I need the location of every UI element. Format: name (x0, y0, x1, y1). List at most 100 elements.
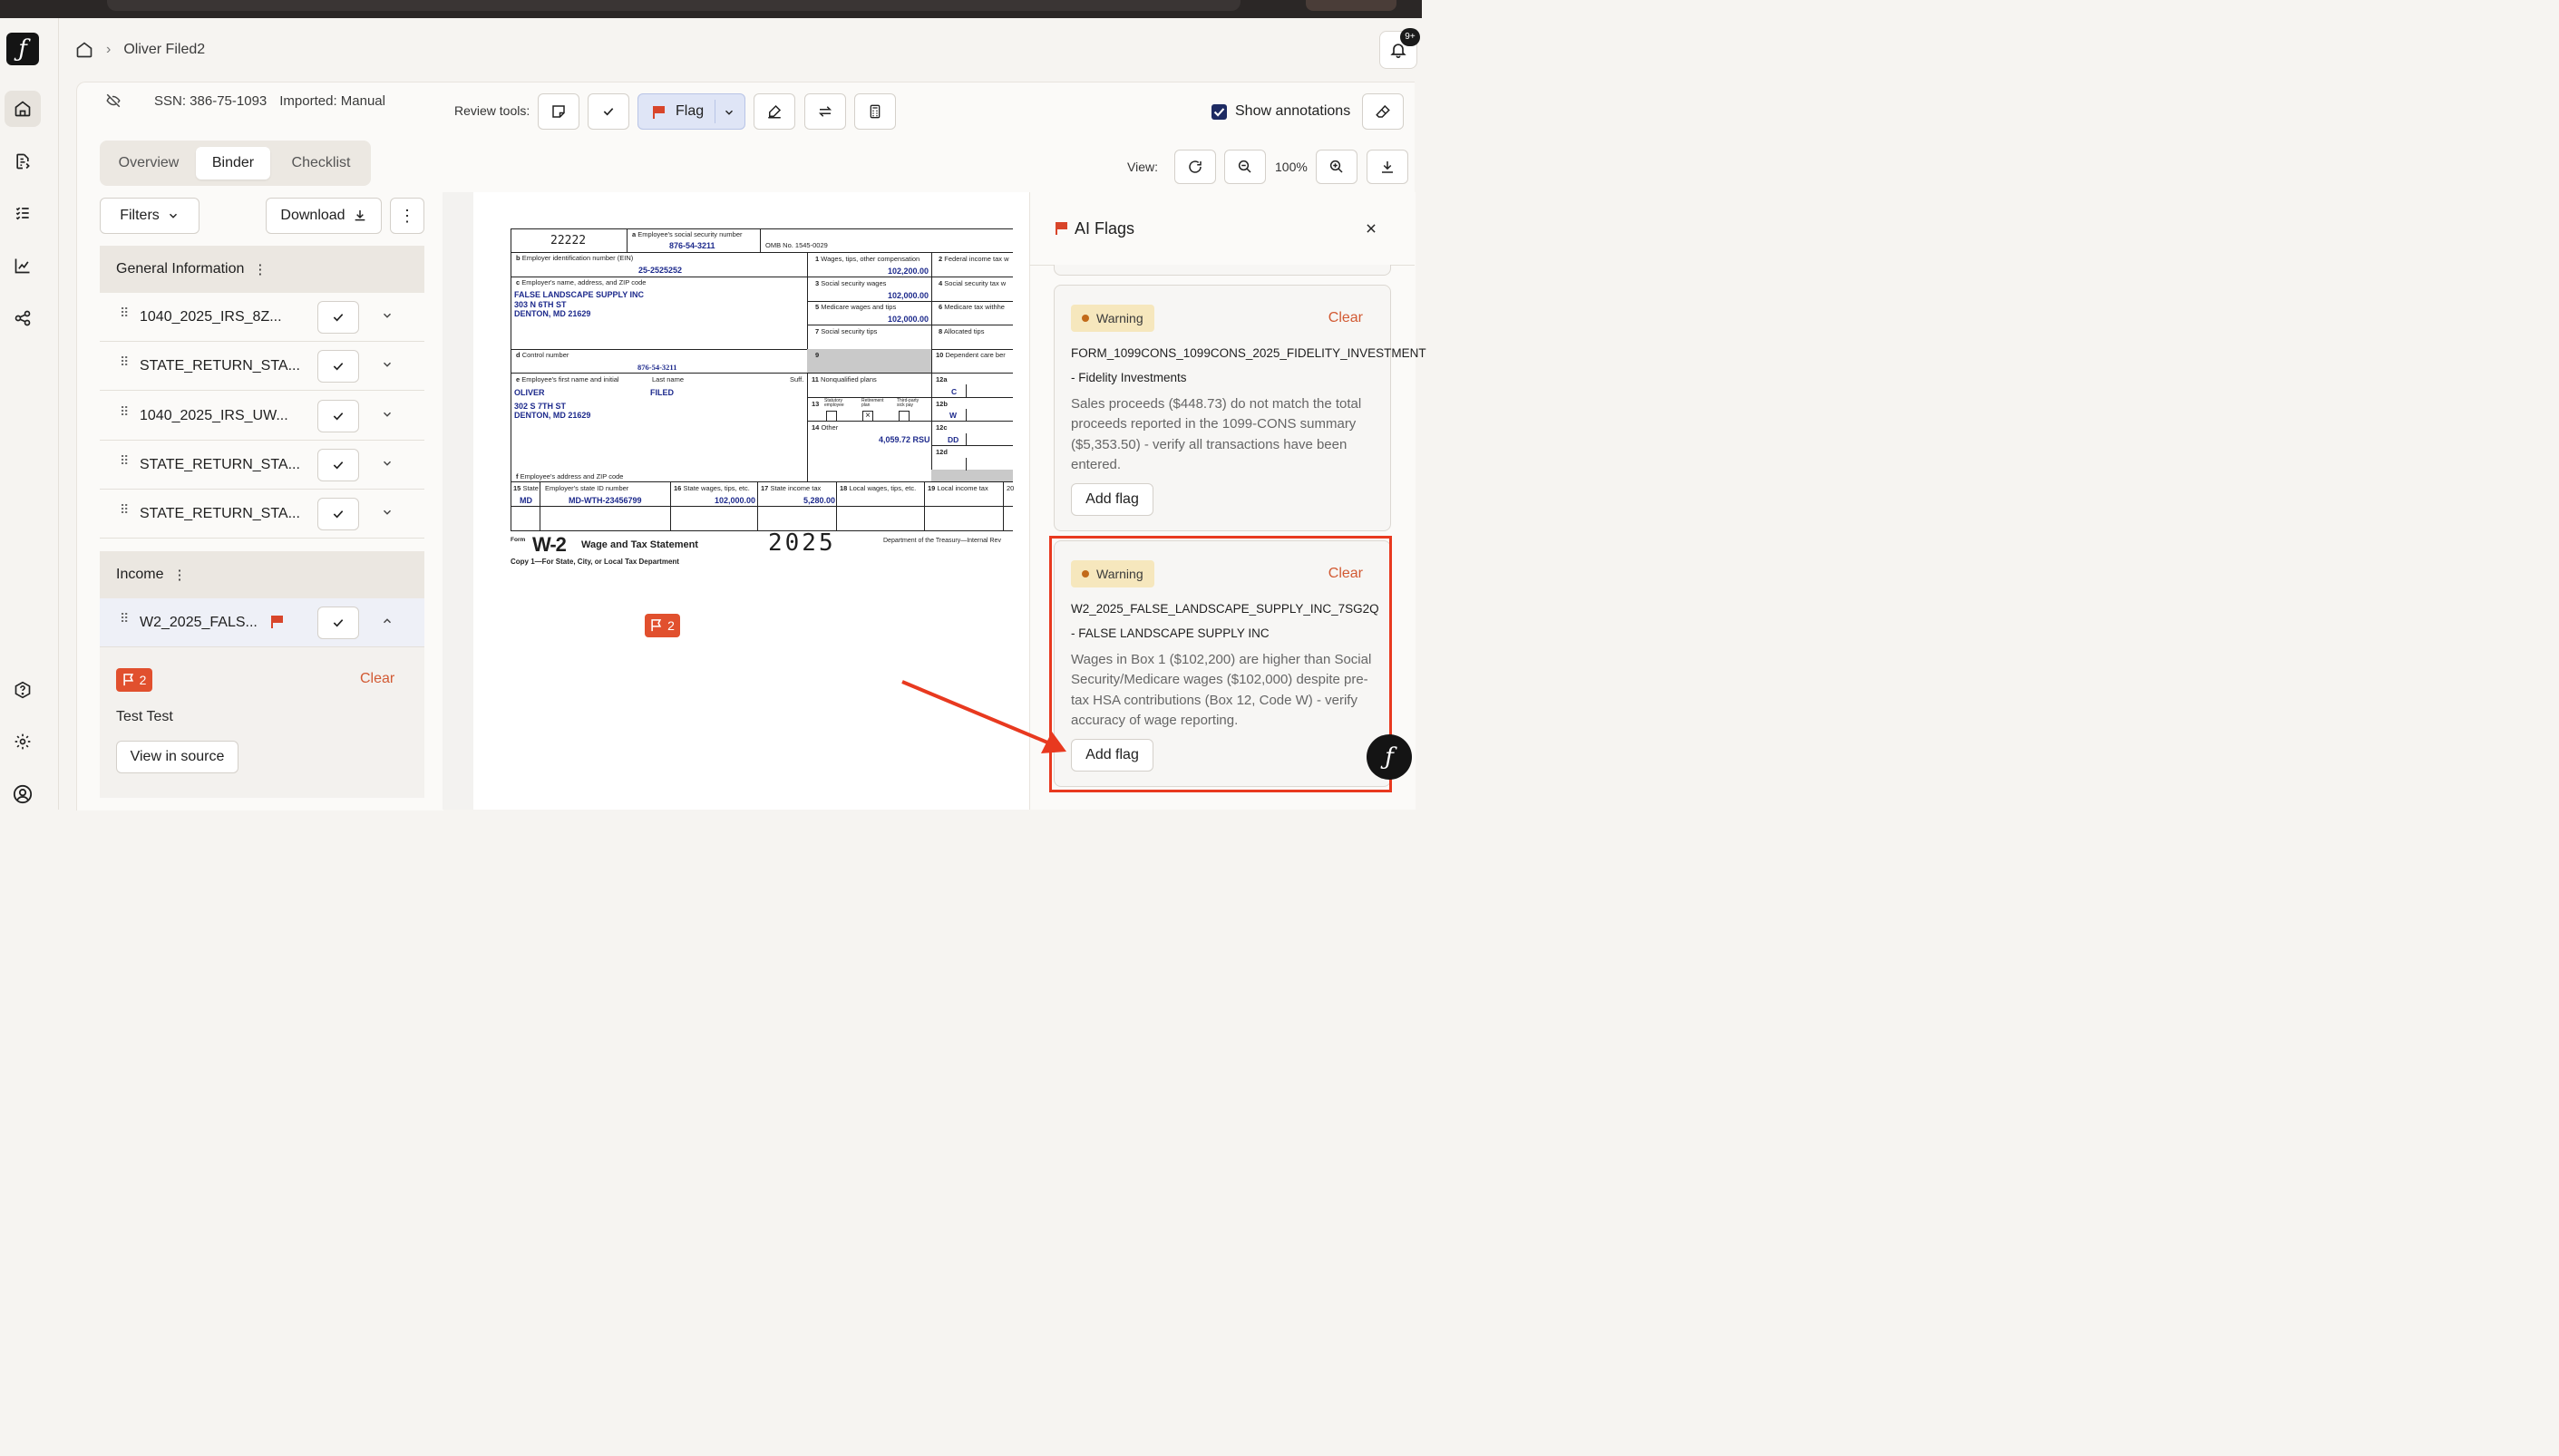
tab-binder[interactable]: Binder (196, 147, 270, 180)
home-icon[interactable] (75, 41, 93, 59)
highlight-box (1049, 536, 1392, 792)
chevron-down-icon[interactable] (723, 106, 735, 119)
warning-badge: Warning (1071, 305, 1154, 332)
show-annotations-label[interactable]: Show annotations (1235, 103, 1350, 120)
flag-icon (653, 106, 665, 119)
more-vertical-icon[interactable]: ⋮ (172, 567, 186, 583)
calculator-button[interactable] (854, 93, 896, 130)
w2-box15-label: 15 State (513, 484, 539, 492)
add-flag-button[interactable]: Add flag (1071, 483, 1153, 516)
section-title: General Information (116, 261, 245, 277)
view-label: View: (1127, 160, 1158, 174)
warning-dot (1082, 315, 1089, 322)
flag-count: 2 (139, 673, 147, 687)
profile-nav-button[interactable] (5, 776, 41, 812)
tab-checklist[interactable]: Checklist (277, 147, 365, 180)
chevron-down-icon[interactable] (381, 358, 394, 371)
download-icon (1382, 161, 1393, 173)
review-tools-label: Review tools: (454, 103, 530, 118)
w2-form-title: Wage and Tax Statement (581, 539, 698, 550)
help-nav-button[interactable] (5, 672, 41, 708)
signature-button[interactable] (754, 93, 795, 130)
document-flag-marker[interactable]: 2 (645, 614, 680, 637)
breadcrumb-client[interactable]: Oliver Filed2 (123, 42, 205, 58)
assistant-button[interactable]: ƒ (1367, 734, 1412, 780)
approve-button[interactable] (588, 93, 629, 130)
w2-employee-last-label: Last name (652, 375, 685, 383)
chevron-up-icon[interactable] (381, 615, 394, 627)
chevron-down-icon[interactable] (381, 457, 394, 470)
share-icon (15, 310, 31, 326)
review-check-button[interactable] (317, 400, 359, 432)
clear-flag-link[interactable]: Clear (1328, 310, 1363, 326)
download-button[interactable]: Download (266, 198, 382, 234)
w2-box11-label: 11 Nonqualified plans (812, 375, 877, 383)
binder-row[interactable]: ⠿ STATE_RETURN_STA... (100, 342, 424, 391)
download-document-button[interactable] (1367, 150, 1408, 184)
download-icon (355, 210, 365, 221)
checklist-nav-button[interactable] (5, 195, 41, 231)
review-check-button[interactable] (317, 449, 359, 481)
flag-outline-icon (651, 619, 662, 632)
more-vertical-icon[interactable]: ⋮ (253, 261, 267, 277)
view-in-source-button[interactable]: View in source (116, 741, 238, 773)
section-title: Income (116, 567, 164, 582)
review-check-button[interactable] (317, 607, 359, 639)
binder-row[interactable]: ⠿ 1040_2025_IRS_8Z... (100, 293, 424, 342)
w2-employer-label: c Employer's name, address, and ZIP code (516, 278, 647, 286)
drag-handle-icon[interactable]: ⠿ (120, 454, 129, 467)
review-check-button[interactable] (317, 301, 359, 334)
filters-button[interactable]: Filters (100, 198, 199, 234)
eye-off-icon[interactable] (105, 92, 122, 109)
w2-last-name: FILED (650, 388, 674, 397)
w2-box10-label: 10 Dependent care ber (936, 351, 1006, 359)
share-nav-button[interactable] (5, 300, 41, 336)
reset-view-button[interactable] (1174, 150, 1216, 184)
eraser-button[interactable] (1362, 93, 1404, 130)
chart-icon (15, 258, 30, 274)
check-icon (333, 363, 344, 371)
home-nav-button[interactable] (5, 91, 41, 127)
zoom-in-button[interactable] (1316, 150, 1357, 184)
flag-tool-button[interactable]: Flag (637, 93, 745, 130)
flag-count-badge[interactable]: 2 (116, 668, 152, 692)
app-logo[interactable]: ƒ (6, 33, 39, 65)
settings-nav-button[interactable] (5, 723, 41, 760)
section-income[interactable]: Income ⋮ (100, 551, 424, 598)
zoom-out-button[interactable] (1224, 150, 1266, 184)
analytics-nav-button[interactable] (5, 248, 41, 284)
binder-row[interactable]: ⠿ STATE_RETURN_STA... (100, 490, 424, 539)
drag-handle-icon[interactable]: ⠿ (120, 405, 129, 418)
section-general-information[interactable]: General Information ⋮ (100, 246, 424, 293)
clear-flag-link[interactable]: Clear (360, 671, 394, 687)
check-icon (333, 461, 344, 470)
drag-handle-icon[interactable]: ⠿ (120, 503, 129, 516)
swap-icon (818, 106, 832, 117)
compare-button[interactable] (804, 93, 846, 130)
binder-row[interactable]: ⠿ 1040_2025_IRS_UW... (100, 392, 424, 441)
check-icon (333, 314, 344, 322)
chevron-down-icon[interactable] (381, 309, 394, 322)
chevron-down-icon[interactable] (381, 506, 394, 519)
more-options-button[interactable]: ⋮ (390, 198, 424, 234)
close-icon[interactable] (1365, 222, 1377, 235)
binder-row[interactable]: ⠿ STATE_RETURN_STA... (100, 441, 424, 490)
flag-document-name: FORM_1099CONS_1099CONS_2025_FIDELITY_INV… (1071, 346, 1426, 360)
w2-shaded-box (807, 349, 931, 373)
w2-suff-label: Suff. (790, 375, 804, 383)
sticky-note-button[interactable] (538, 93, 579, 130)
drag-handle-icon[interactable]: ⠿ (120, 612, 129, 625)
flag-source-name: - Fidelity Investments (1071, 371, 1187, 384)
binder-row-selected[interactable]: ⠿ W2_2025_FALS... (100, 598, 424, 647)
documents-nav-button[interactable] (5, 143, 41, 180)
review-check-button[interactable] (317, 498, 359, 530)
w2-form: 22222 a Employee's social security numbe… (511, 228, 1015, 566)
chevron-down-icon[interactable] (381, 408, 394, 421)
w2-box20-label: 20 (1007, 484, 1015, 492)
tab-overview[interactable]: Overview (107, 147, 190, 180)
review-check-button[interactable] (317, 350, 359, 383)
drag-handle-icon[interactable]: ⠿ (120, 355, 129, 368)
show-annotations-checkbox[interactable] (1211, 104, 1227, 120)
w2-control-value: 876-54-3211 (637, 363, 677, 372)
drag-handle-icon[interactable]: ⠿ (120, 306, 129, 319)
